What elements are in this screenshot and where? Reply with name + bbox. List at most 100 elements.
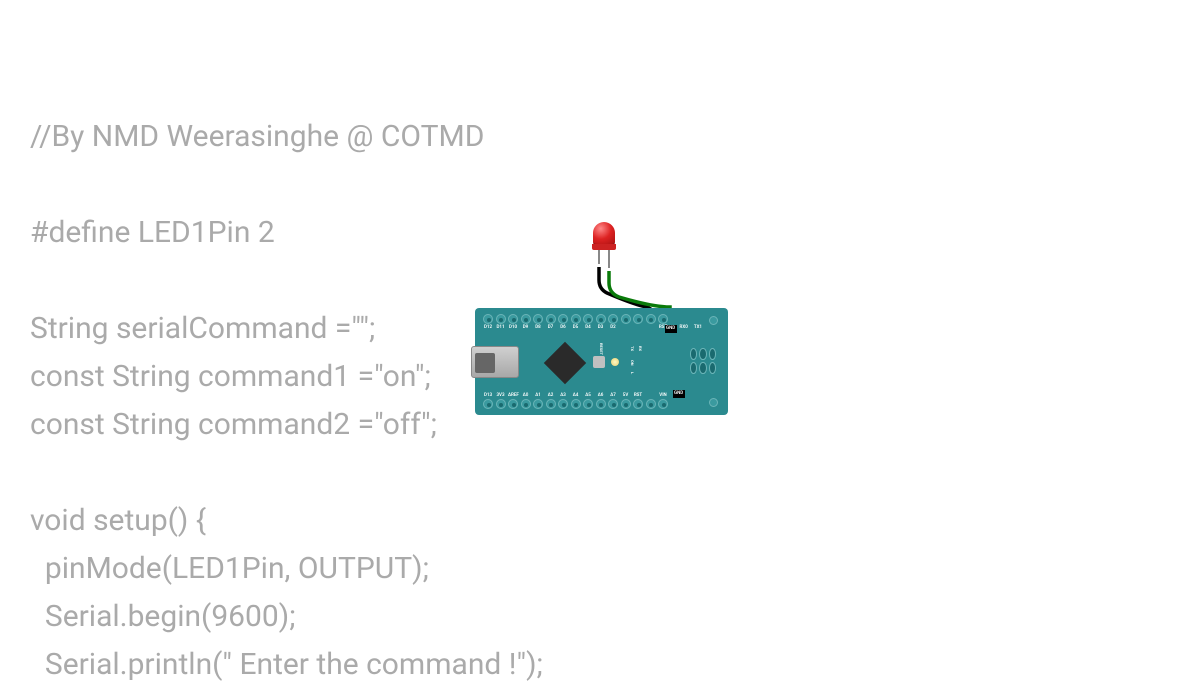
pin-label: D7 [546, 325, 556, 330]
pin-label: A2 [546, 393, 556, 398]
pin-label: A4 [571, 393, 581, 398]
pin [558, 399, 568, 409]
pin-label: D3 [596, 325, 606, 330]
icsp-pin [690, 348, 697, 360]
usb-connector-icon [471, 346, 519, 378]
pin-label: A7 [608, 393, 618, 398]
pin-label: GND [666, 326, 675, 331]
microcontroller-chip-icon [544, 342, 586, 384]
pin [646, 399, 656, 409]
pin-label [633, 325, 643, 330]
corner-pin [709, 398, 718, 407]
rx-label: RX [638, 346, 643, 351]
code-line: Serial.begin(9600); [30, 599, 296, 634]
pin-label: D6 [558, 325, 568, 330]
pin [496, 399, 506, 409]
pin-label: VIN [658, 393, 668, 398]
pin-label: D2 [608, 325, 618, 330]
code-line: const String command1 ="on"; [30, 359, 431, 394]
rx0-label: RX0 [680, 325, 688, 330]
led-component-icon [593, 222, 615, 270]
pin-label: D5 [571, 325, 581, 330]
tx1-label: TX1 [694, 325, 702, 330]
pin-header-bottom [483, 399, 668, 409]
pin [621, 399, 631, 409]
pin [483, 314, 493, 324]
pin-label: A5 [583, 393, 593, 398]
rx-tx-labels: RX0 TX1 [680, 325, 702, 330]
pin-label: A0 [521, 393, 531, 398]
pin [521, 314, 531, 324]
pin [608, 314, 618, 324]
pin [633, 399, 643, 409]
code-line: Serial.println(" Enter the command !"); [30, 647, 543, 682]
pin [546, 399, 556, 409]
pin-label: D9 [521, 325, 531, 330]
pin-label: A1 [533, 393, 543, 398]
pin-label [646, 325, 656, 330]
usb-port [475, 353, 495, 373]
icsp-pin [709, 362, 716, 374]
pin-labels-bottom: D13 3V3 AREF A0 A1 A2 A3 A4 A5 A6 A7 5V … [483, 393, 668, 398]
pin [508, 314, 518, 324]
led-bulb [593, 222, 615, 246]
pin [658, 399, 668, 409]
led-base [592, 244, 616, 250]
code-line: #define LED1Pin 2 [30, 215, 275, 250]
pin-header-top [483, 314, 668, 324]
corner-pin [709, 316, 718, 325]
arduino-code-listing: //By NMD Weerasinghe @ COTMD #define LED… [30, 65, 543, 689]
pin-label: D4 [583, 325, 593, 330]
pin-label: RST [633, 393, 643, 398]
pin-label: A3 [558, 393, 568, 398]
pin-label: D12 [483, 325, 493, 330]
pin [621, 314, 631, 324]
pin [558, 314, 568, 324]
pin-label: 5V [621, 393, 631, 398]
pin-label [621, 325, 631, 330]
pin [483, 399, 493, 409]
gnd-label-highlight: GND [673, 390, 685, 398]
pin-label [646, 393, 656, 398]
pin [533, 399, 543, 409]
pin [583, 314, 593, 324]
pin-label: AREF [508, 393, 518, 398]
pin-label: A6 [596, 393, 606, 398]
icsp-pin [690, 362, 697, 374]
status-led-icon [611, 358, 619, 366]
icsp-pin [699, 348, 706, 360]
pin-labels-top: D12 D11 D10 D9 D8 D7 D6 D5 D4 D3 D2 RST [483, 325, 668, 330]
pin [546, 314, 556, 324]
led-anode [608, 250, 610, 268]
on-label: ON [630, 360, 635, 366]
pin [571, 314, 581, 324]
arduino-nano-board: D12 D11 D10 D9 D8 D7 D6 D5 D4 D3 D2 RST … [475, 308, 728, 415]
pin [633, 314, 643, 324]
pin [608, 399, 618, 409]
pin [646, 314, 656, 324]
gnd-label-highlight: GND [665, 325, 677, 333]
reset-button-icon [593, 356, 605, 368]
pin-label: D10 [508, 325, 518, 330]
pin [658, 314, 668, 324]
pin [596, 399, 606, 409]
pin [508, 399, 518, 409]
led-cathode [598, 250, 600, 264]
code-line: void setup() { [30, 503, 206, 538]
pin [596, 314, 606, 324]
pin [521, 399, 531, 409]
pin [571, 399, 581, 409]
pin-label: D8 [533, 325, 543, 330]
icsp-pin [699, 362, 706, 374]
icsp-pin [709, 348, 716, 360]
tx-label: TX [630, 346, 635, 351]
code-line: const String command2 ="off"; [30, 407, 437, 442]
pin-label: GND [674, 391, 683, 396]
pin-label: D13 [483, 393, 493, 398]
pin-label: 3V3 [496, 393, 506, 398]
pin [533, 314, 543, 324]
circuit-diagram: D12 D11 D10 D9 D8 D7 D6 D5 D4 D3 D2 RST … [475, 225, 735, 425]
l-label: L [630, 372, 635, 374]
pin [583, 399, 593, 409]
code-line: pinMode(LED1Pin, OUTPUT); [30, 551, 429, 586]
